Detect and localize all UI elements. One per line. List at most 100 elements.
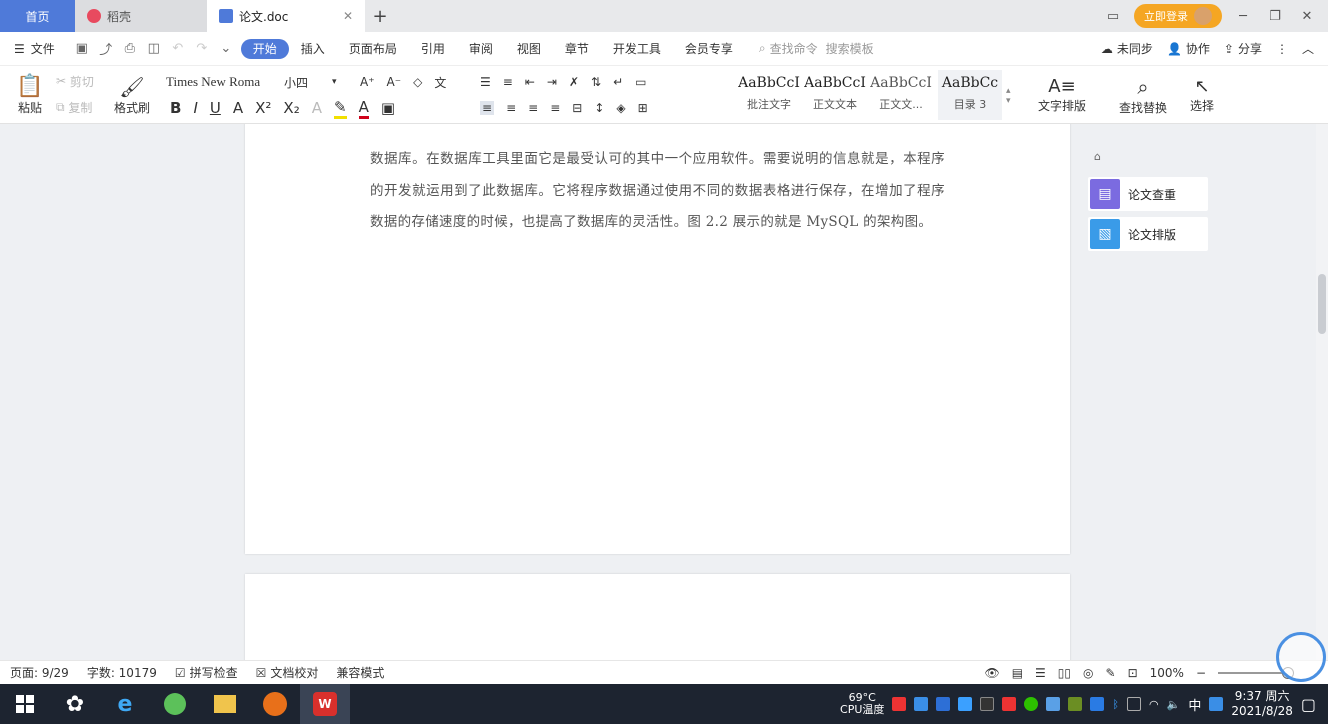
format-painter-button[interactable]: 🖌 格式刷 [110,70,154,120]
wifi-icon[interactable]: ◠ [1149,698,1159,711]
font-size-select[interactable]: 小四 ▾ [284,72,352,92]
strikethrough-icon[interactable]: A [233,99,243,117]
notification-icon[interactable]: ▢ [1301,695,1316,714]
zoom-slider[interactable] [1218,666,1294,679]
sync-button[interactable]: ☁ 未同步 [1101,40,1153,57]
volume-icon[interactable]: 🔈 [1167,698,1181,711]
menu-page-layout[interactable]: 页面布局 [337,39,409,59]
zoom-level[interactable]: 100% [1150,666,1184,680]
wechat-icon[interactable] [1024,697,1039,711]
close-tab-icon[interactable]: ✕ [343,9,353,23]
taskbar-ie[interactable]: e [100,684,150,724]
taskbar-app-5[interactable] [250,684,300,724]
style-toc-3[interactable]: AaBbCc 目录 3 [938,70,1002,120]
copy-button[interactable]: ⧉ 复制 [56,98,92,116]
restore-icon[interactable]: ❐ [1264,9,1286,24]
web-view-icon[interactable]: ◎ [1083,666,1093,680]
word-count[interactable]: 字数: 10179 [87,664,157,681]
taskbar-app-1[interactable]: ✿ [50,684,100,724]
collab-button[interactable]: 👤 协作 [1167,40,1210,57]
taskbar-wps[interactable]: W [300,684,350,724]
vertical-scrollbar[interactable] [1316,124,1328,660]
collapse-panel-icon[interactable]: ⌂ [1094,150,1208,163]
file-menu[interactable]: ☰ 文件 [14,40,55,57]
share-button[interactable]: ⇪ 分享 [1224,40,1262,57]
bullet-list-icon[interactable]: ☰ [480,75,491,89]
menu-start[interactable]: 开始 [240,38,289,59]
template-search[interactable]: 搜索模板 [826,40,874,57]
proofread-button[interactable]: ☒ 文档校对 [256,664,319,681]
page-view-icon[interactable]: ▤ [1012,666,1023,680]
align-left-icon[interactable]: ≡ [480,101,495,115]
font-name-select[interactable]: Times New Roma [166,72,272,92]
write-mode-icon[interactable]: ✎ [1106,666,1116,680]
style-annotation[interactable]: AaBbCcI 批注文字 [736,70,802,120]
scrollbar-thumb[interactable] [1318,274,1326,334]
superscript-icon[interactable]: X² [255,99,271,117]
pinyin-icon[interactable]: 文 [434,74,446,91]
login-button[interactable]: 立即登录 [1134,4,1222,28]
menu-insert[interactable]: 插入 [289,39,337,59]
customize-icon[interactable]: ⌄ [217,40,235,58]
tray-icon[interactable] [1209,697,1224,711]
command-search[interactable]: ⌕ 查找命令 [759,40,818,57]
borders-icon[interactable]: ⊞ [638,101,648,115]
highlight-icon[interactable]: ✎ [333,98,347,119]
spell-check-button[interactable]: ☑ 拼写检查 [175,664,238,681]
justify-icon[interactable]: ≡ [550,101,560,115]
zoom-out-icon[interactable]: − [1196,666,1206,680]
distributed-icon[interactable]: ⊟ [572,101,582,115]
numbered-list-icon[interactable]: ≡ [503,75,513,89]
find-replace-button[interactable]: ⌕ 查找替换 [1110,70,1176,120]
tray-icon[interactable] [936,697,951,711]
close-window-icon[interactable]: ✕ [1296,9,1318,24]
bluetooth-icon[interactable]: ᛒ [1112,698,1119,711]
paste-button[interactable]: 📋 粘贴 [10,70,50,120]
tray-icon[interactable] [1046,697,1061,711]
layout-icon[interactable]: ▭ [1102,9,1124,24]
char-border-icon[interactable]: ▣ [381,99,395,117]
align-right-icon[interactable]: ≡ [528,101,538,115]
start-button[interactable] [0,684,50,724]
table-tools-icon[interactable]: ▭ [635,75,646,89]
page-indicator[interactable]: 页面: 9/29 [10,664,69,681]
save-icon[interactable]: ▣ [73,40,91,58]
document-page[interactable]: 数据库。在数据库工具里面它是最受认可的其中一个应用软件。需要说明的信息就是，本程… [245,124,1070,554]
align-center-icon[interactable]: ≡ [506,101,516,115]
tray-icon[interactable] [1068,697,1083,711]
body-paragraph[interactable]: 数据库。在数据库工具里面它是最受认可的其中一个应用软件。需要说明的信息就是，本程… [370,144,945,239]
shading-icon[interactable]: ◈ [616,101,625,115]
underline-icon[interactable]: U [210,99,221,117]
text-direction-icon[interactable]: ⇅ [591,75,601,89]
eye-protection-icon[interactable]: 👁 [984,666,999,680]
fit-page-icon[interactable]: ⊡ [1128,666,1138,680]
redo-icon[interactable]: ↷ [193,40,211,58]
tab-home[interactable]: 首页 [0,0,75,32]
styles-scroll[interactable]: ▴ ▾ [1006,74,1011,118]
print-preview-icon[interactable]: ◫ [145,40,163,58]
style-body-text-2[interactable]: AaBbCcI 正文文... [868,70,934,120]
line-spacing-icon[interactable]: ↕ [594,101,604,115]
minimize-icon[interactable]: ─ [1232,9,1254,24]
cut-button[interactable]: ✂ 剪切 [56,72,94,90]
print-icon[interactable]: ⎙ [121,40,139,58]
output-icon[interactable]: ⤴ [97,40,115,58]
taskbar-explorer[interactable] [200,684,250,724]
menu-section[interactable]: 章节 [553,39,601,59]
menu-developer[interactable]: 开发工具 [601,39,673,59]
select-button[interactable]: ↖ 选择 [1180,70,1224,120]
tray-icon[interactable] [1127,697,1142,711]
grow-font-icon[interactable]: A⁺ [360,75,375,89]
tray-icon[interactable] [980,697,995,711]
ime-indicator[interactable]: 中 [1188,695,1201,714]
shrink-font-icon[interactable]: A⁻ [387,75,402,89]
tray-icon[interactable] [1002,697,1017,711]
cpu-temp-widget[interactable]: 69°C CPU温度 [840,692,884,716]
bold-icon[interactable]: B [170,99,181,117]
chinese-layout-icon[interactable]: ✗ [569,75,579,89]
taskbar-browser[interactable] [150,684,200,724]
tray-icon[interactable] [892,697,907,711]
clock[interactable]: 9:37 周六 2021/8/28 [1231,689,1293,719]
menu-member[interactable]: 会员专享 [673,39,745,59]
menu-references[interactable]: 引用 [409,39,457,59]
